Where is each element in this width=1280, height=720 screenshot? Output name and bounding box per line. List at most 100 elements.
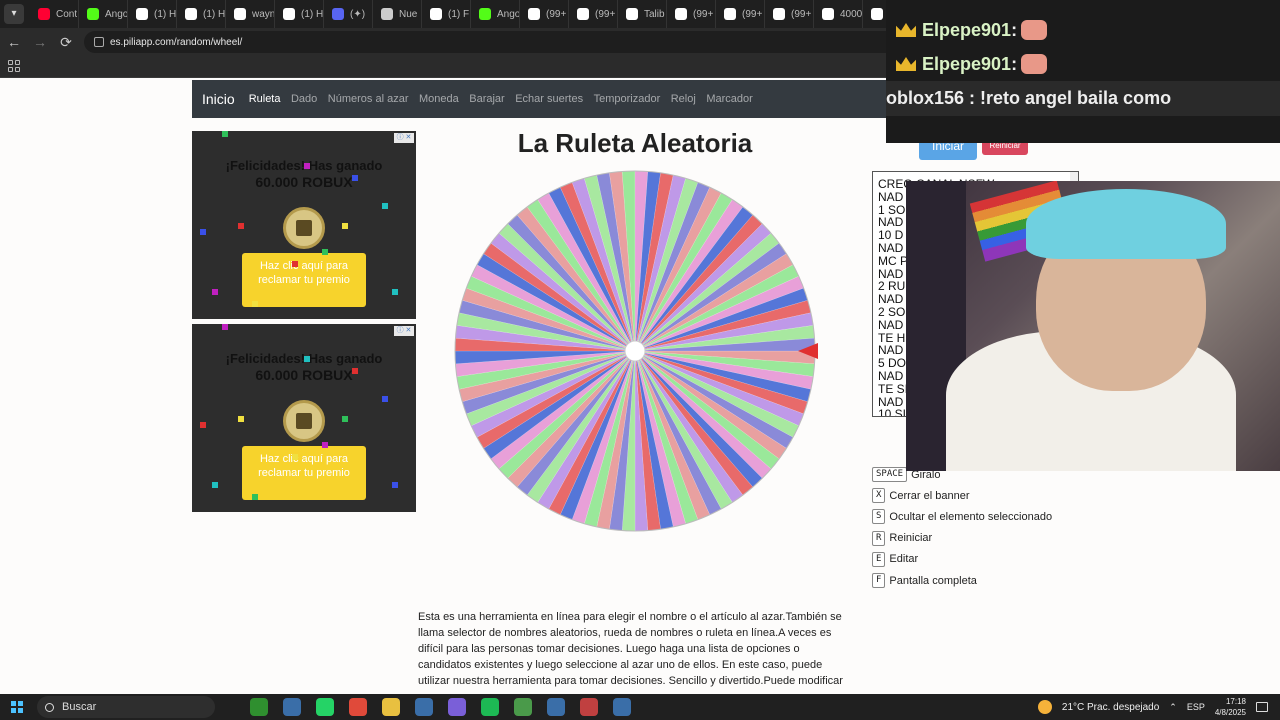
- apps-icon[interactable]: [8, 60, 20, 72]
- ad-claim-button[interactable]: Haz clic aquí para reclamar tu premio: [242, 253, 366, 307]
- ad-banner-bottom[interactable]: ⓘ ✕ ¡Felicidades! Has ganado 60.000 ROBU…: [192, 324, 416, 512]
- forward-icon[interactable]: →: [28, 30, 52, 54]
- site-navbar: Inicio Ruleta Dado Números al azar Moned…: [192, 80, 886, 118]
- confetti-decoration: [222, 131, 228, 137]
- nav-brand-inicio[interactable]: Inicio: [202, 91, 235, 107]
- taskbar-app-icon[interactable]: [349, 698, 367, 716]
- taskbar-app-icon[interactable]: [283, 698, 301, 716]
- browser-tab[interactable]: wayn: [226, 0, 275, 28]
- nav-link-moneda[interactable]: Moneda: [419, 93, 459, 105]
- clock-date: 4/8/2025: [1214, 708, 1246, 717]
- browser-tab[interactable]: Talib: [618, 0, 667, 28]
- nav-link-marcador[interactable]: Marcador: [706, 93, 752, 105]
- random-wheel[interactable]: [454, 170, 818, 534]
- tab-favicon-icon: [332, 8, 344, 20]
- tray-chevron-up-icon[interactable]: ⌃: [1169, 702, 1177, 713]
- shortcut-label: Pantalla completa: [889, 574, 977, 587]
- nav-link-barajar[interactable]: Barajar: [469, 93, 504, 105]
- browser-tab[interactable]: Nue: [373, 0, 422, 28]
- shortcut-row: S Ocultar el elemento seleccionado: [872, 506, 1052, 527]
- confetti-decoration: [304, 163, 310, 169]
- weather-icon[interactable]: [1037, 700, 1052, 714]
- wheel-center-hub: [624, 340, 646, 362]
- nav-link-reloj[interactable]: Reloj: [671, 93, 696, 105]
- browser-tab[interactable]: (99+: [520, 0, 569, 28]
- notification-icon[interactable]: [1256, 702, 1268, 712]
- taskbar-app-icon[interactable]: [250, 698, 268, 716]
- weather-text[interactable]: 21°C Prac. despejado: [1062, 702, 1159, 713]
- shortcut-key: SPACE: [872, 467, 908, 483]
- windows-start-icon[interactable]: [11, 701, 23, 713]
- robux-coin-icon: [283, 400, 325, 442]
- nav-link-dado[interactable]: Dado: [291, 93, 317, 105]
- confetti-decoration: [392, 289, 398, 295]
- browser-tab[interactable]: Ango: [471, 0, 520, 28]
- browser-tab[interactable]: (99+: [569, 0, 618, 28]
- hand-emote-icon: [1021, 20, 1048, 40]
- robux-coin-icon: [283, 207, 325, 249]
- tab-search-icon[interactable]: ▾: [4, 4, 24, 24]
- tab-title: (1) H: [301, 8, 323, 20]
- tab-title: (99+: [791, 8, 812, 20]
- tab-favicon-icon: [38, 8, 50, 20]
- browser-tab[interactable]: Cont: [30, 0, 79, 28]
- browser-tab[interactable]: (1) H: [275, 0, 324, 28]
- tab-title: (99+: [595, 8, 616, 20]
- chat-message: Elpepe901 :: [886, 48, 1280, 80]
- tab-title: Talib: [644, 8, 665, 20]
- confetti-decoration: [382, 396, 388, 402]
- taskbar-app-icon[interactable]: [514, 698, 532, 716]
- chat-separator: :: [1011, 19, 1018, 40]
- taskbar-app-icon[interactable]: [481, 698, 499, 716]
- taskbar-app-icon[interactable]: [382, 698, 400, 716]
- description-text: Esta es una herramienta en línea para el…: [418, 611, 843, 687]
- nav-link-temporizador[interactable]: Temporizador: [594, 93, 661, 105]
- tab-favicon-icon: [283, 8, 295, 20]
- chat-username: Elpepe901: [922, 53, 1012, 74]
- tab-favicon-icon: [136, 8, 148, 20]
- system-tray: 21°C Prac. despejado ⌃ ESP 17:18 4/8/202…: [1037, 694, 1280, 720]
- tray-lang[interactable]: ESP: [1187, 702, 1205, 712]
- nav-link-numeros[interactable]: Números al azar: [328, 93, 409, 105]
- taskbar-app-icon[interactable]: [613, 698, 631, 716]
- browser-tab[interactable]: Ango: [79, 0, 128, 28]
- browser-tab[interactable]: (99+: [716, 0, 765, 28]
- confetti-decoration: [238, 416, 244, 422]
- shortcut-label: Reiniciar: [889, 532, 933, 545]
- browser-tab[interactable]: (✦): [324, 0, 373, 28]
- back-icon[interactable]: ←: [2, 30, 26, 54]
- tab-title: (99+: [742, 8, 763, 20]
- ad-choices-icon[interactable]: ⓘ ✕: [394, 326, 414, 336]
- ad-banner-top[interactable]: ⓘ ✕ ¡Felicidades! Has ganado 60.000 ROBU…: [192, 131, 416, 319]
- nav-link-ruleta[interactable]: Ruleta: [249, 93, 281, 105]
- search-icon: [45, 702, 54, 712]
- confetti-decoration: [252, 494, 258, 500]
- confetti-decoration: [200, 229, 206, 235]
- browser-tab[interactable]: (99+: [765, 0, 814, 28]
- ad-line2: 60.000 ROBUX: [255, 174, 353, 190]
- ad-claim-button[interactable]: Haz clic aquí para reclamar tu premio: [242, 446, 366, 500]
- browser-tab[interactable]: 4000: [814, 0, 863, 28]
- browser-tab[interactable]: (1) F: [422, 0, 471, 28]
- taskbar-app-icon[interactable]: [448, 698, 466, 716]
- confetti-decoration: [352, 368, 358, 374]
- tab-favicon-icon: [773, 8, 785, 20]
- confetti-decoration: [342, 416, 348, 422]
- taskbar-app-icon[interactable]: [580, 698, 598, 716]
- address-bar[interactable]: es.piliapp.com/random/wheel/: [84, 31, 904, 53]
- taskbar-search[interactable]: Buscar: [37, 696, 215, 718]
- nav-link-echar-suertes[interactable]: Echar suertes: [515, 93, 583, 105]
- confetti-decoration: [238, 223, 244, 229]
- taskbar-app-icon[interactable]: [547, 698, 565, 716]
- taskbar-clock[interactable]: 17:18 4/8/2025: [1215, 696, 1246, 718]
- browser-tab[interactable]: (1) H: [128, 0, 177, 28]
- taskbar-app-icon[interactable]: [316, 698, 334, 716]
- tab-favicon-icon: [185, 8, 197, 20]
- ad-choices-icon[interactable]: ⓘ ✕: [394, 133, 414, 143]
- reload-icon[interactable]: ⟳: [54, 30, 78, 54]
- confetti-decoration: [352, 175, 358, 181]
- taskbar-app-icon[interactable]: [415, 698, 433, 716]
- site-info-icon[interactable]: [94, 37, 104, 47]
- browser-tab[interactable]: (1) H: [177, 0, 226, 28]
- browser-tab[interactable]: (99+: [667, 0, 716, 28]
